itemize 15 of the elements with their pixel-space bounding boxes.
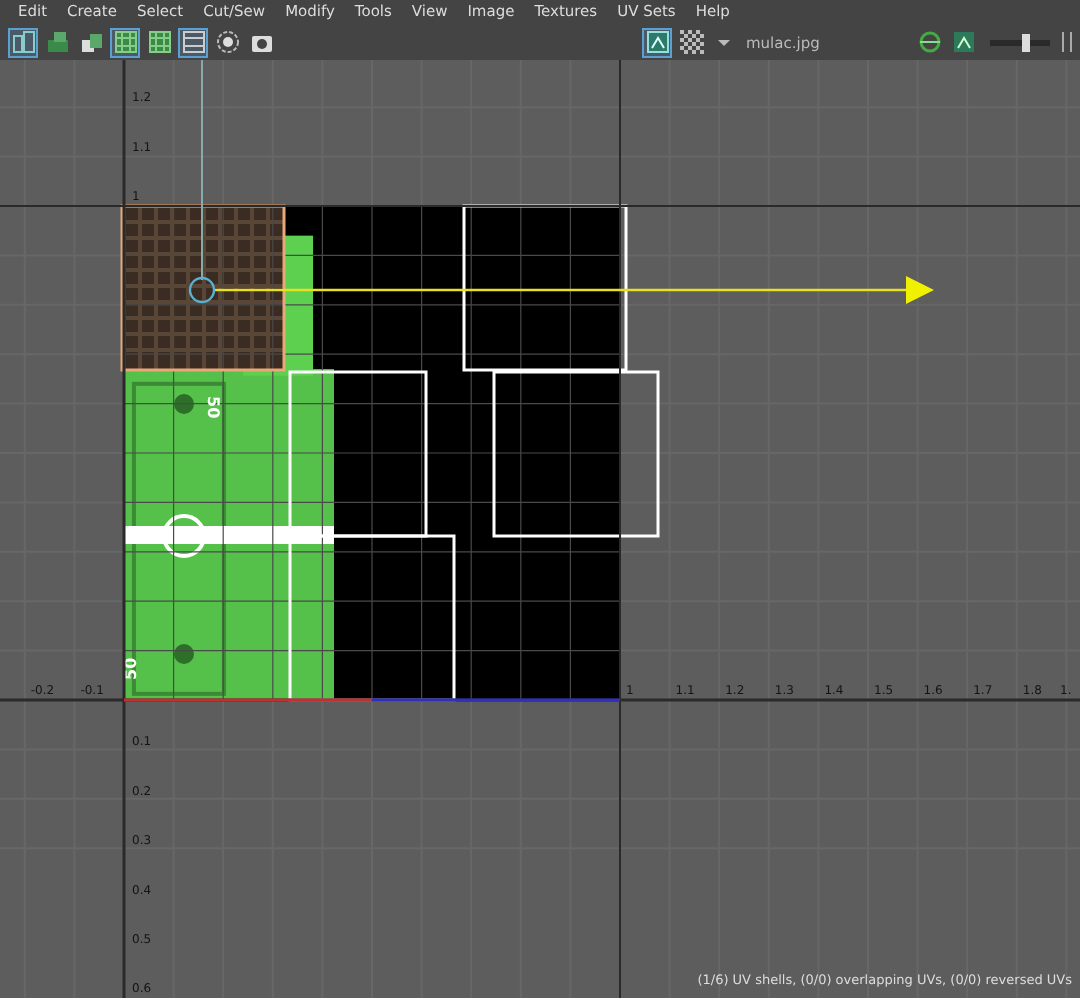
image-display-icon[interactable] — [642, 27, 672, 57]
grid-icon[interactable] — [144, 27, 174, 57]
texture-label: 50 — [204, 396, 222, 419]
handle-icon[interactable] — [1062, 32, 1072, 52]
pivot-handle[interactable] — [188, 276, 216, 304]
grid-icon[interactable] — [110, 27, 140, 57]
checker-icon[interactable] — [676, 27, 706, 57]
uv-shell-icon[interactable] — [8, 27, 38, 57]
move-arrow[interactable] — [214, 276, 934, 304]
cube-stack-icon[interactable] — [42, 27, 72, 57]
selected-uv-shell[interactable] — [120, 204, 286, 372]
image-icon[interactable] — [948, 27, 978, 57]
circle-icon[interactable] — [212, 27, 242, 57]
caret-icon[interactable] — [718, 39, 730, 45]
list-icon[interactable] — [178, 27, 208, 57]
